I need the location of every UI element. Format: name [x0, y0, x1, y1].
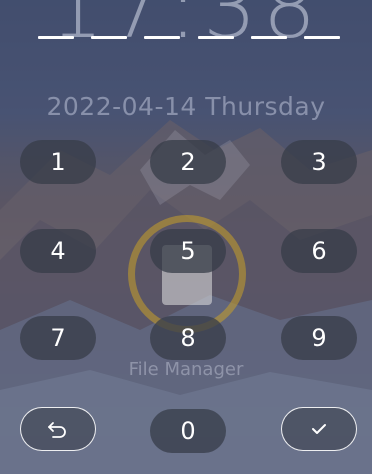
pin-slot	[144, 36, 181, 39]
keypad-key-0[interactable]: 0	[150, 409, 226, 453]
pin-slot	[38, 36, 74, 39]
keypad-key-6[interactable]: 6	[281, 229, 357, 273]
pin-entry-slots	[38, 36, 340, 40]
file-manager-label: File Manager	[128, 359, 244, 380]
keypad-key-2[interactable]: 2	[150, 140, 226, 184]
date-display: 2022-04-14 Thursday	[46, 92, 326, 121]
lock-screen: 17:38 2022-04-14 Thursday File Manager 1…	[0, 0, 372, 474]
keypad-key-9[interactable]: 9	[281, 316, 357, 360]
confirm-button[interactable]	[281, 407, 357, 451]
keypad-key-1[interactable]: 1	[20, 140, 96, 184]
pin-slot	[250, 36, 287, 39]
pin-slot	[91, 36, 128, 39]
keypad-key-4[interactable]: 4	[20, 229, 96, 273]
pin-slot	[303, 36, 340, 39]
keypad-key-3[interactable]: 3	[281, 140, 357, 184]
clock-display: 17:38	[49, 0, 323, 57]
keypad-key-7[interactable]: 7	[20, 316, 96, 360]
undo-arrow-icon	[48, 422, 66, 438]
checkmark-icon	[312, 424, 326, 434]
keypad-key-8[interactable]: 8	[150, 316, 226, 360]
keypad-key-5[interactable]: 5	[150, 229, 226, 273]
pin-slot	[197, 36, 234, 39]
back-button[interactable]	[20, 407, 96, 451]
